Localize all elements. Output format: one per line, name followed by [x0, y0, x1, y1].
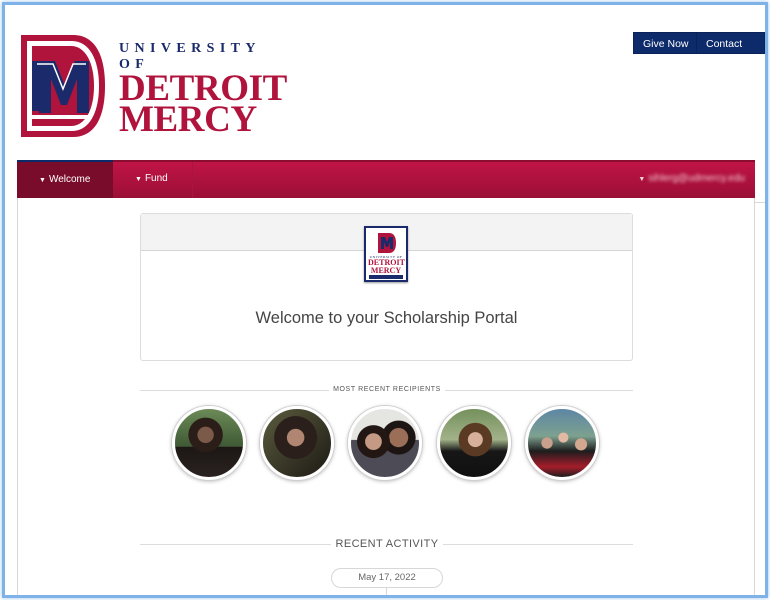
- recipients-heading: MOST RECENT RECIPIENTS: [329, 386, 445, 393]
- main-nav: ▼ Welcome ▼ Fund ▼ sihlerg@udmercy.edu: [17, 160, 755, 198]
- user-menu[interactable]: ▼ sihlerg@udmercy.edu: [638, 162, 745, 198]
- caret-down-icon: ▼: [638, 176, 646, 183]
- user-email: sihlerg@udmercy.edu: [648, 173, 745, 184]
- card-logo-bar: [369, 275, 403, 279]
- page-header: UNIVERSITY OF DETROIT MERCY Give Now Con…: [5, 5, 765, 163]
- content-border-left: [17, 198, 18, 595]
- browser-frame: UNIVERSITY OF DETROIT MERCY Give Now Con…: [2, 2, 768, 598]
- give-now-button[interactable]: Give Now: [633, 32, 699, 54]
- university-logo[interactable]: UNIVERSITY OF DETROIT MERCY: [17, 31, 297, 143]
- contact-us-button[interactable]: Contact Us: [696, 32, 765, 72]
- welcome-card: UNIVERSITY OF DETROIT MERCY Welcome to yo…: [140, 213, 633, 361]
- card-logo: UNIVERSITY OF DETROIT MERCY: [364, 226, 408, 282]
- nav-item-label: Fund: [144, 173, 168, 184]
- logo-d-mark: [21, 35, 105, 137]
- recipient-avatar[interactable]: [525, 406, 599, 480]
- welcome-title: Welcome to your Scholarship Portal: [255, 309, 518, 327]
- recipient-avatar[interactable]: [348, 406, 422, 480]
- recipient-avatar[interactable]: [172, 406, 246, 480]
- recipient-avatar[interactable]: [437, 406, 511, 480]
- caret-down-icon: ▼: [39, 177, 46, 184]
- recipient-avatar[interactable]: [260, 406, 334, 480]
- logo-d-mark: [378, 233, 396, 253]
- card-logo-mercy: MERCY: [370, 266, 402, 275]
- caret-down-icon: ▼: [135, 176, 142, 183]
- card-logo-name: DETROIT MERCY: [368, 259, 405, 275]
- activity-heading: RECENT ACTIVITY: [331, 538, 443, 550]
- logo-wordmark: UNIVERSITY OF DETROIT MERCY: [119, 41, 297, 138]
- nav-item-fund[interactable]: ▼ Fund: [113, 162, 193, 198]
- content-border-right: [754, 198, 755, 595]
- timeline-line: [386, 588, 387, 595]
- nav-item-welcome[interactable]: ▼ Welcome: [17, 160, 113, 198]
- header-divider: [755, 202, 765, 203]
- activity-date-badge: May 17, 2022: [331, 568, 443, 588]
- nav-item-label: Welcome: [48, 174, 91, 185]
